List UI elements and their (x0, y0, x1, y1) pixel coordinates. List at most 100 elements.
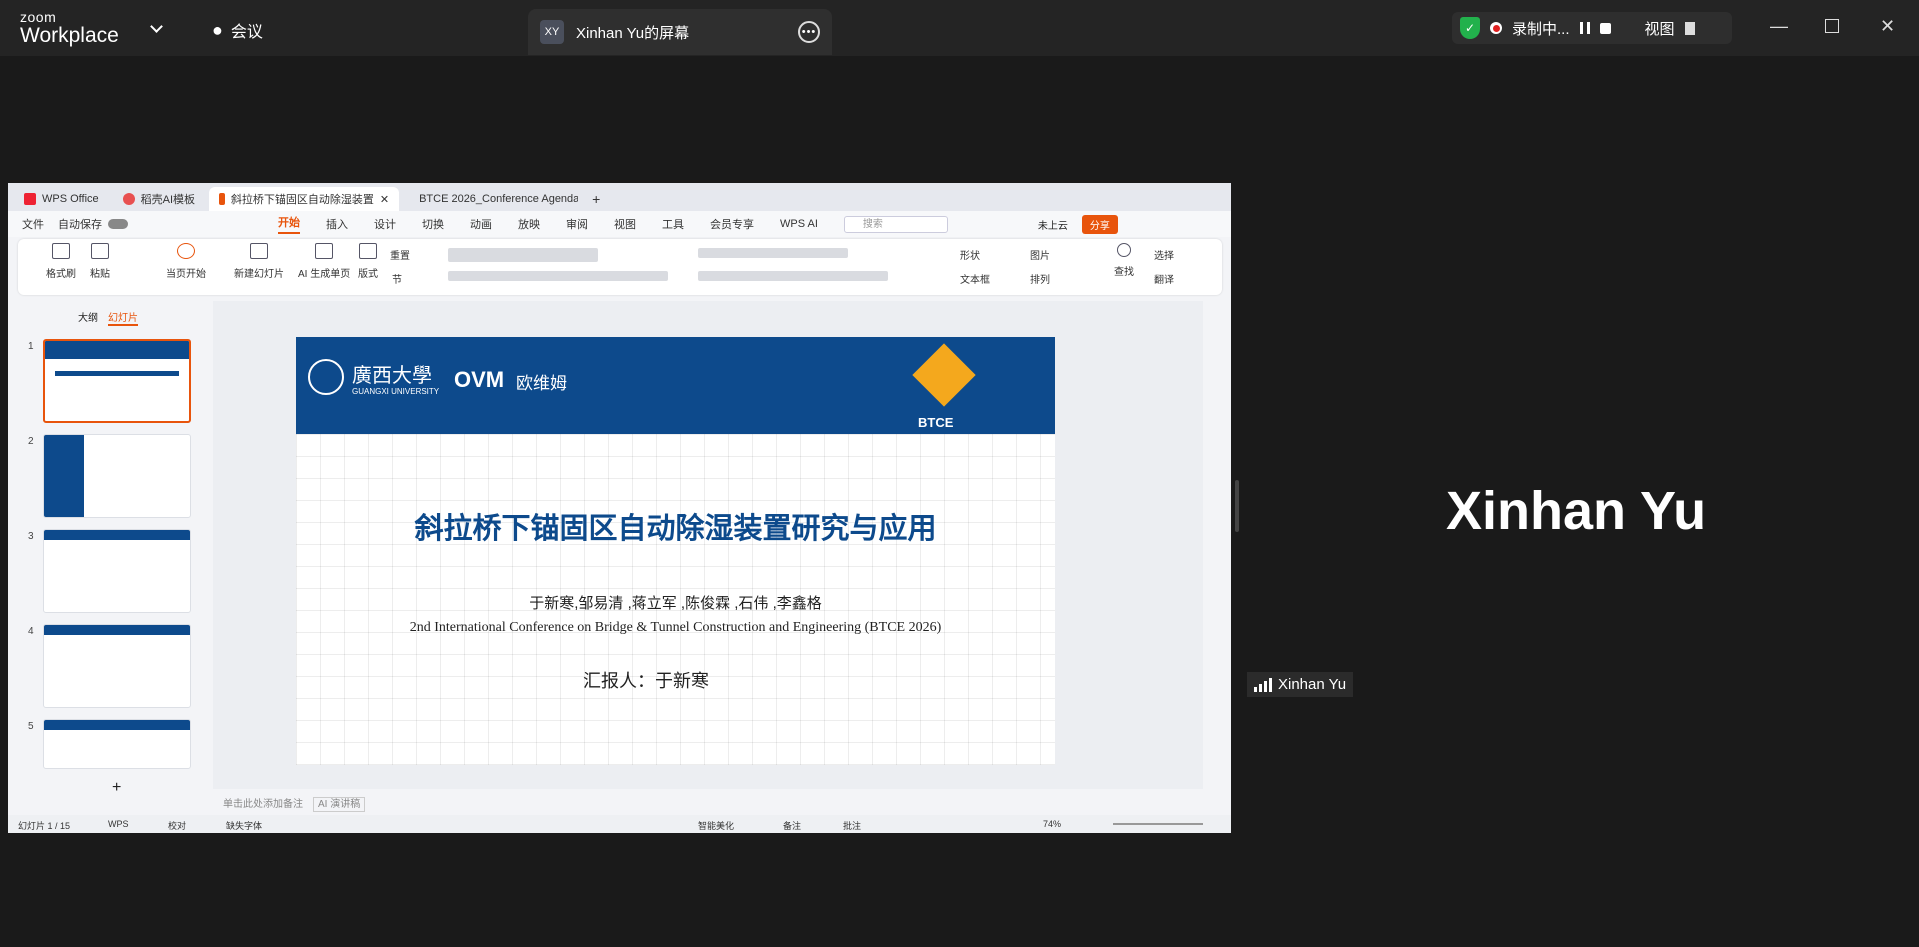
close-tab-icon[interactable]: ✕ (380, 193, 389, 206)
slide-thumbnail-1[interactable] (43, 339, 191, 423)
ribbon-toolbar: 格式刷 粘贴 当页开始 新建幻灯片 AI 生成单页 版式 重置 节 形状 图片 … (18, 239, 1222, 295)
comment-button[interactable]: 批注 (843, 819, 861, 832)
slide-thumbnail-5[interactable] (43, 719, 191, 769)
panel-resize-handle[interactable] (1235, 480, 1239, 532)
paste-button[interactable]: 粘贴 (90, 243, 110, 280)
more-options-icon[interactable]: ••• (798, 21, 820, 43)
tab-ai-template[interactable]: 稻壳AI模板 (113, 187, 205, 211)
btce-cube-icon (912, 343, 976, 407)
menu-review[interactable]: 审阅 (566, 216, 588, 232)
tab-wps-office[interactable]: WPS Office (14, 187, 109, 211)
slide-thumbnail-2[interactable] (43, 434, 191, 518)
pause-icon[interactable] (1579, 22, 1590, 34)
zoom-level[interactable]: 74% (1043, 819, 1061, 829)
ovm-logo: OVM (454, 367, 505, 392)
record-dot-icon (1490, 22, 1502, 34)
zoom-workplace-logo[interactable]: zoom Workplace (20, 10, 119, 46)
chevron-down-icon[interactable] (150, 20, 163, 33)
ai-notes-button[interactable]: AI 演讲稿 (313, 797, 366, 812)
btce-label: BTCE (918, 415, 954, 430)
remark-button[interactable]: 备注 (783, 819, 801, 832)
proof-button[interactable]: 校对 (168, 819, 186, 832)
menu-slideshow[interactable]: 放映 (518, 216, 540, 232)
slides-tab[interactable]: 幻灯片 (108, 309, 138, 326)
new-tab-button[interactable]: + (582, 187, 610, 211)
menu-transition[interactable]: 切换 (422, 216, 444, 232)
thumb-number: 4 (28, 626, 34, 637)
missing-font-button[interactable]: 缺失字体 (226, 819, 262, 832)
university-seal-icon (308, 359, 344, 395)
menu-tools[interactable]: 工具 (662, 216, 684, 232)
image-button[interactable]: 图片 (1030, 247, 1050, 262)
shared-wps-window: WPS Office 稻壳AI模板 斜拉桥下锚固区自动除湿装置 ✕ BTCE 20… (8, 183, 1231, 833)
start-current-button[interactable]: 当页开始 (166, 243, 206, 280)
ppt-icon (219, 193, 225, 205)
ai-single-page-button[interactable]: AI 生成单页 (298, 243, 350, 280)
meeting-button[interactable]: ● 会议 (212, 18, 263, 42)
share-button[interactable]: 分享 (1081, 214, 1118, 234)
translate-button[interactable]: 翻译 (1154, 271, 1174, 286)
add-slide-button[interactable]: + (112, 779, 121, 797)
notes-bar[interactable]: 单击此处添加备注 AI 演讲稿 (213, 789, 1203, 813)
wps-status[interactable]: WPS (108, 819, 129, 829)
right-side-toolbar (1203, 301, 1231, 813)
zoom-slider[interactable] (1113, 823, 1203, 825)
tab-label: WPS Office (42, 193, 99, 205)
cloud-status[interactable]: 未上云 (1038, 217, 1068, 232)
label: AI 生成单页 (298, 269, 351, 280)
tab-label: 斜拉桥下锚固区自动除湿装置 (230, 194, 374, 206)
autosave-toggle[interactable] (108, 219, 128, 229)
format-painter-button[interactable]: 格式刷 (46, 243, 76, 280)
wps-tab-bar: WPS Office 稻壳AI模板 斜拉桥下锚固区自动除湿装置 ✕ BTCE 20… (8, 183, 1231, 211)
tab-label: 稻壳AI模板 (140, 194, 196, 206)
tab-current-presentation[interactable]: 斜拉桥下锚固区自动除湿装置 ✕ (209, 187, 400, 211)
restore-icon[interactable] (1825, 19, 1839, 33)
outline-tab[interactable]: 大纲 (78, 309, 98, 324)
wps-menu-bar: 文件 自动保存 开始 插入 设计 切换 动画 放映 审阅 视图 工具 会员专享 … (8, 211, 1231, 237)
stop-icon[interactable] (1599, 22, 1611, 34)
layout-button[interactable]: 版式 (358, 243, 378, 280)
ovm-name-cn: 欧维姆 (516, 374, 567, 393)
slide-banner: 廣西大學 GUANGXI UNIVERSITY OVM 欧维姆 BTCE (296, 337, 1055, 434)
slide-canvas: 廣西大學 GUANGXI UNIVERSITY OVM 欧维姆 BTCE 斜拉桥… (213, 301, 1203, 789)
textbox-button[interactable]: 文本框 (960, 271, 990, 286)
tab-agenda[interactable]: BTCE 2026_Conference Agenda.p (403, 187, 578, 211)
menu-home[interactable]: 开始 (278, 214, 300, 234)
view-grid-icon[interactable] (1684, 21, 1695, 35)
recording-controls: ✓ 录制中... 视图 (1452, 12, 1732, 44)
file-menu[interactable]: 文件 (22, 216, 44, 232)
shape-button[interactable]: 形状 (960, 247, 980, 262)
screen-share-indicator[interactable]: XY Xinhan Yu的屏幕 ••• (528, 9, 832, 55)
beautify-button[interactable]: 智能美化 (698, 819, 734, 832)
label: 当页开始 (166, 269, 206, 280)
current-slide[interactable]: 廣西大學 GUANGXI UNIVERSITY OVM 欧维姆 BTCE 斜拉桥… (296, 337, 1055, 765)
avatar: XY (540, 20, 564, 44)
menu-wps-ai[interactable]: WPS AI (780, 218, 818, 230)
zoom-brand-bottom: Workplace (20, 24, 119, 47)
view-button[interactable]: 视图 (1645, 18, 1675, 39)
menu-member[interactable]: 会员专享 (710, 216, 754, 232)
slide-thumbnail-3[interactable] (43, 529, 191, 613)
menu-view[interactable]: 视图 (614, 216, 636, 232)
section-button[interactable]: 节 (392, 271, 402, 286)
slide-thumbnail-4[interactable] (43, 624, 191, 708)
reset-button[interactable]: 重置 (390, 247, 410, 262)
menu-insert[interactable]: 插入 (326, 216, 348, 232)
close-icon[interactable]: ✕ (1880, 16, 1895, 37)
search-input[interactable]: 搜索 (843, 215, 948, 233)
people-icon: ● (212, 19, 223, 40)
minimize-icon[interactable]: — (1770, 16, 1788, 37)
signal-icon (1254, 677, 1272, 692)
menu-design[interactable]: 设计 (374, 216, 396, 232)
shield-icon: ✓ (1460, 17, 1480, 39)
record-label: 录制中... (1512, 20, 1570, 38)
arrange-button[interactable]: 排列 (1030, 271, 1050, 286)
new-slide-button[interactable]: 新建幻灯片 (234, 243, 284, 280)
tab-label: BTCE 2026_Conference Agenda.p (419, 193, 579, 205)
label: 版式 (358, 269, 378, 280)
university-name-en: GUANGXI UNIVERSITY (352, 387, 440, 396)
menu-animation[interactable]: 动画 (470, 216, 492, 232)
select-button[interactable]: 选择 (1154, 247, 1174, 262)
find-button[interactable]: 查找 (1114, 243, 1134, 278)
slide-title: 斜拉桥下锚固区自动除湿装置研究与应用 (414, 511, 937, 545)
